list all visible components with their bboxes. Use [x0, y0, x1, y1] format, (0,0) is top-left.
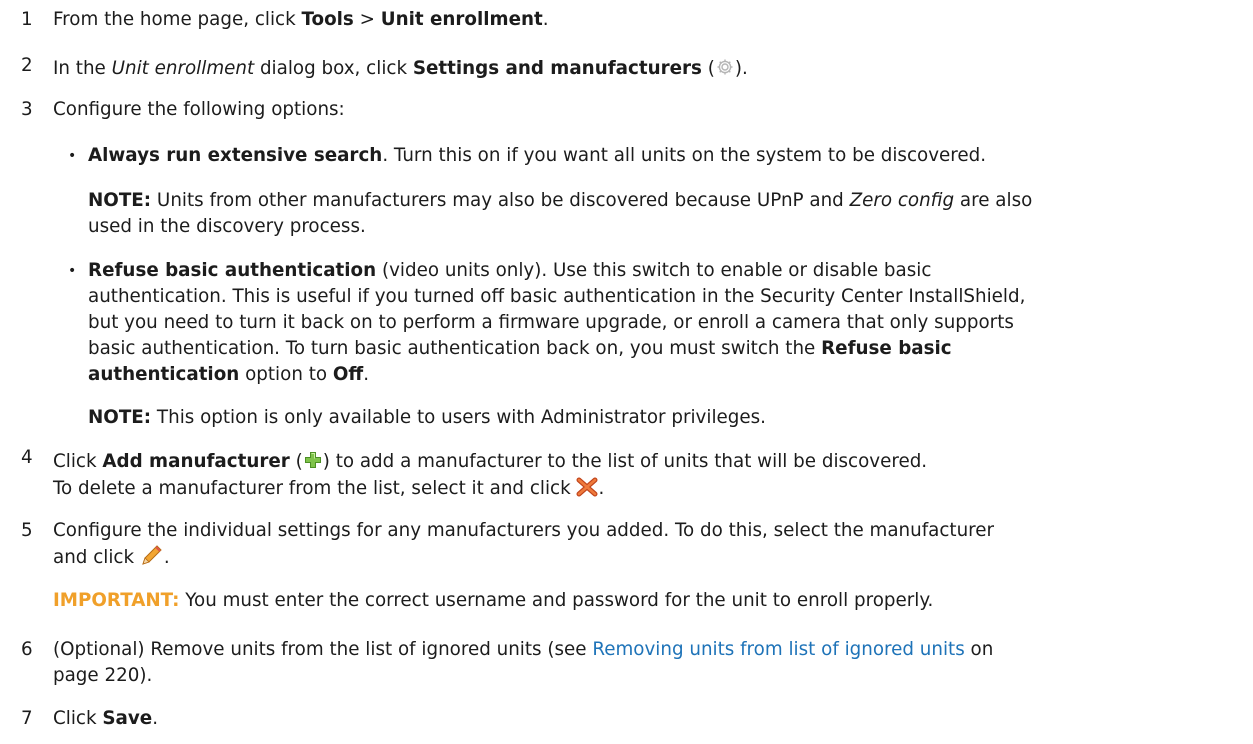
ui-term: Unit enrollment — [380, 9, 543, 30]
ui-term: Add manufacturer — [102, 451, 290, 472]
option-description: option to — [239, 364, 333, 385]
step-number: 4 — [21, 447, 33, 468]
note-1-line-2: used in the discovery process. — [88, 216, 366, 237]
step-text: and click — [53, 547, 140, 568]
step-text: ) to add a manufacturer to the list of u… — [322, 451, 928, 472]
step-4-subtext: To delete a manufacturer from the list, … — [53, 476, 604, 505]
step-number: 5 — [21, 520, 33, 541]
option-description: basic authentication. To turn basic auth… — [88, 338, 822, 359]
step-text: . — [598, 478, 605, 499]
green-plus-icon — [303, 450, 323, 478]
step-number: 1 — [21, 9, 33, 30]
step-6-line-1: (Optional) Remove units from the list of… — [53, 637, 993, 663]
note-1-line-1: NOTE: Units from other manufacturers may… — [88, 188, 1032, 214]
step-6-line-2: page 220). — [53, 665, 153, 686]
step-text: on — [964, 639, 994, 660]
gear-icon — [715, 57, 735, 85]
ui-term: Refuse basic — [821, 338, 952, 359]
note-2: NOTE: This option is only available to u… — [88, 405, 766, 431]
step-text: (Optional) Remove units from the list of… — [53, 639, 593, 660]
bullet: • — [68, 263, 77, 279]
note-term: Zero config — [849, 190, 955, 211]
step-3-text: Configure the following options: — [53, 99, 345, 120]
step-text: . — [152, 708, 159, 729]
step-text: From the home page, click — [53, 9, 302, 30]
step-5-line-2: and click . — [53, 544, 170, 574]
option-description-line-5: authentication option to Off. — [88, 362, 369, 388]
step-number: 7 — [21, 708, 33, 729]
step-number: 6 — [21, 639, 33, 660]
cross-reference-link[interactable]: Removing units from list of ignored unit… — [592, 639, 964, 660]
step-text: In the — [53, 58, 112, 79]
pencil-icon — [140, 544, 164, 574]
dialog-name: Unit enrollment — [111, 58, 255, 79]
option-description: . Turn this on if you want all units on … — [382, 145, 987, 166]
step-4-text: Click Add manufacturer ( ) to add a manuf… — [53, 449, 927, 478]
ui-term: Tools — [301, 9, 354, 30]
option-refuse-basic-authentication: Refuse basic authentication (video units… — [88, 258, 931, 284]
important-note: IMPORTANT: You must enter the correct us… — [53, 588, 933, 614]
step-text: Click — [53, 451, 103, 472]
step-text: dialog box, click — [254, 58, 413, 79]
step-number: 3 — [21, 99, 33, 120]
option-always-run-extensive-search: Always run extensive search. Turn this o… — [88, 143, 986, 169]
ui-term: authentication — [88, 364, 240, 385]
important-text: You must enter the correct username and … — [179, 590, 934, 611]
red-x-icon — [576, 477, 598, 505]
step-text: ( — [289, 451, 303, 472]
option-description: . — [363, 364, 370, 385]
note-text: Units from other manufacturers may also … — [151, 190, 850, 211]
step-1-text: From the home page, click Tools > Unit e… — [53, 7, 549, 33]
note-label: NOTE: — [88, 407, 152, 428]
step-text: ). — [734, 58, 748, 79]
step-text: To delete a manufacturer from the list, … — [53, 478, 577, 499]
step-text: . — [542, 9, 549, 30]
option-description-line-3: but you need to turn it back on to perfo… — [88, 312, 1014, 333]
bullet: • — [68, 148, 77, 164]
step-text: Click — [53, 708, 103, 729]
ui-term: Settings and manufacturers — [412, 58, 702, 79]
note-label: NOTE: — [88, 190, 152, 211]
step-2-text: In the Unit enrollment dialog box, click… — [53, 56, 748, 85]
option-description-line-2: authentication. This is useful if you tu… — [88, 286, 1026, 307]
option-name: Refuse basic authentication — [88, 260, 377, 281]
step-text: > — [353, 9, 381, 30]
step-text: ( — [701, 58, 715, 79]
ui-term: Off — [332, 364, 364, 385]
note-text: This option is only available to users w… — [151, 407, 766, 428]
ui-term: Save — [102, 708, 153, 729]
step-5-line-1: Configure the individual settings for an… — [53, 520, 995, 541]
note-text: are also — [954, 190, 1033, 211]
important-label: IMPORTANT: — [53, 590, 180, 611]
step-number: 2 — [21, 55, 33, 76]
option-name: Always run extensive search — [88, 145, 383, 166]
step-7-text: Click Save. — [53, 706, 158, 732]
option-description: (video units only). Use this switch to e… — [376, 260, 932, 281]
option-description-line-4: basic authentication. To turn basic auth… — [88, 336, 952, 362]
step-text: . — [163, 547, 170, 568]
